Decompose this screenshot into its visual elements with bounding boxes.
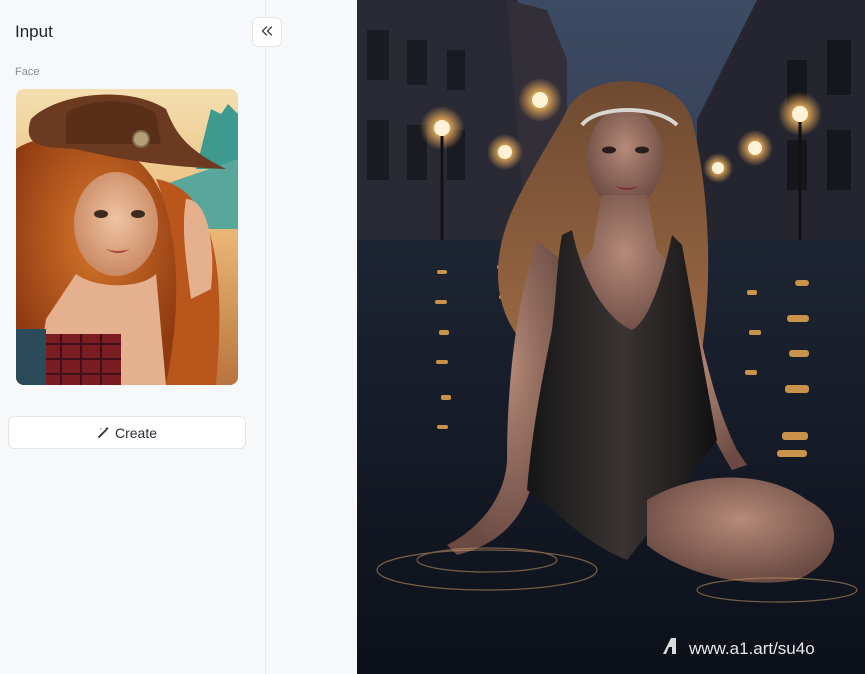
face-image[interactable]: [16, 89, 238, 385]
face-label: Face: [15, 66, 40, 78]
app-window: Input Face Create www.a1.art/su4o: [0, 0, 865, 674]
collapse-panel-button[interactable]: [252, 17, 282, 47]
woman-sitting-in-flooded-street-at-night: www.a1.art/su4o: [357, 0, 865, 674]
watermark-text: www.a1.art/su4o: [688, 639, 815, 658]
cowgirl-portrait-image: [16, 89, 238, 385]
create-button-label: Create: [114, 424, 158, 441]
double-chevron-left-icon: [261, 23, 273, 41]
output-image: www.a1.art/su4o: [357, 0, 865, 674]
panel-title: Input: [15, 22, 53, 41]
magic-wand-icon: [97, 426, 110, 439]
input-panel: Input Face Create: [0, 0, 266, 674]
create-button[interactable]: Create: [8, 416, 246, 449]
